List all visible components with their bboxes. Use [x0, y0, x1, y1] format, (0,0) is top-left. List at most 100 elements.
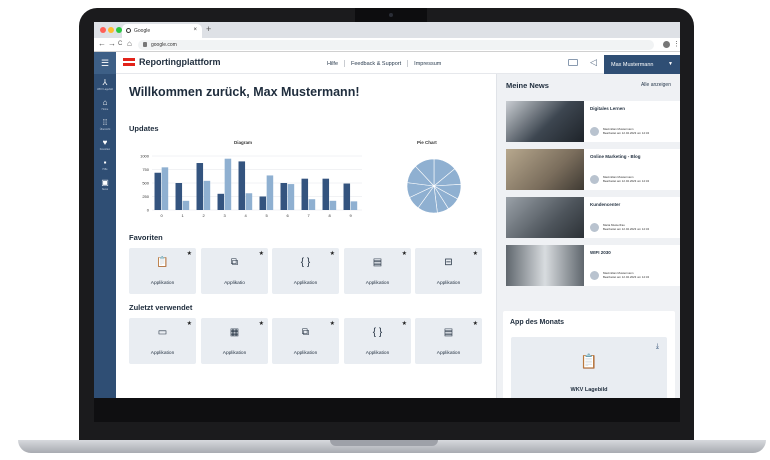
user-name: Max Mustermann [611, 62, 654, 68]
card-label: Applikation [436, 281, 461, 286]
news-image [506, 197, 584, 238]
bar-chart: 0 250 500 750 1000 0 1 2 3 4 5 6 7 8 9 [140, 154, 362, 218]
home-button[interactable]: ⌂ [127, 39, 132, 48]
recent-card[interactable]: ★ ▤ Applikation [415, 318, 482, 364]
bar[interactable] [259, 196, 267, 211]
reload-button[interactable]: C [118, 41, 122, 47]
star-icon[interactable]: ★ [259, 320, 264, 327]
card-label: Applikation [293, 351, 318, 356]
bar[interactable] [182, 200, 190, 210]
recent-card[interactable]: ★ ▭ Applikation [129, 318, 196, 364]
bar[interactable] [329, 200, 337, 210]
bar[interactable] [161, 167, 169, 210]
x-tick-label: 6 [287, 213, 290, 218]
news-item[interactable]: WIFI 2030 Maximilian Mustermann Bearbeite… [506, 245, 680, 286]
new-tab-button[interactable]: + [206, 24, 211, 34]
bar[interactable] [343, 183, 351, 210]
megaphone-icon[interactable]: ◁ [590, 57, 597, 68]
chat-icon[interactable] [568, 59, 578, 66]
x-tick-label: 3 [224, 213, 227, 218]
impressum-link[interactable]: Impressum [414, 61, 441, 67]
camera-icon [389, 13, 393, 17]
news-item[interactable]: Digitales Lernen Maximilian Mustermann Be… [506, 101, 680, 142]
bar[interactable] [203, 180, 211, 210]
bar[interactable] [350, 201, 358, 210]
recent-card[interactable]: ★ ▦ Applikation [201, 318, 268, 364]
app-of-month-tile[interactable]: ⤓ 📋 WKV Lagebild [511, 337, 667, 398]
sidebar-item-overview[interactable]: ⁞⁞ Übersicht [94, 118, 116, 135]
bar[interactable] [280, 183, 288, 210]
google-icon [126, 28, 131, 33]
logo-icon [123, 58, 135, 68]
bar[interactable] [154, 172, 162, 210]
sidebar-item-help[interactable]: ▪ Hilfe [94, 158, 116, 175]
brand-title[interactable]: Reportingplattform [139, 57, 221, 67]
recent-card[interactable]: ★ { } Applikation [344, 318, 411, 364]
sidebar-item-news[interactable]: ▣ News [94, 178, 116, 195]
recent-card[interactable]: ★ ⧉ Applikation [272, 318, 339, 364]
sidebar-item-lagebild[interactable]: ⅄ WKV Lagebild [94, 78, 116, 95]
favorite-card[interactable]: ★ ▤ Applikation [344, 248, 411, 294]
star-icon[interactable]: ★ [259, 250, 264, 257]
download-icon[interactable]: ⤓ [656, 343, 659, 351]
star-icon[interactable]: ★ [473, 250, 478, 257]
bar[interactable] [266, 175, 274, 210]
bar[interactable] [175, 183, 183, 210]
card-label: Applikation [293, 281, 318, 286]
bar[interactable] [238, 161, 246, 210]
recent-cards: ★ ▭ Applikation ★ ▦ Applikation ★ ⧉ Applikatio… [129, 318, 483, 364]
star-icon[interactable]: ★ [473, 320, 478, 327]
close-window-icon[interactable] [100, 27, 106, 33]
archive-icon: ⊟ [444, 257, 453, 268]
bar[interactable] [224, 158, 232, 210]
laptop-screen: Google × + ← → C ⌂ google.com ⋮ ☰ Report… [94, 22, 680, 398]
x-tick-label: 0 [161, 213, 164, 218]
news-panel: Meine News Alle anzeigen Digitales Lerne… [496, 74, 680, 398]
news-item[interactable]: Online Marketing - Blog Maximilian Muste… [506, 149, 680, 190]
star-icon[interactable]: ★ [402, 320, 407, 327]
browser-toolbar: ← → C ⌂ google.com ⋮ [94, 38, 680, 52]
x-tick-label: 8 [329, 213, 332, 218]
bar[interactable] [301, 178, 309, 210]
copy-icon: ⧉ [230, 257, 239, 268]
bar[interactable] [196, 163, 204, 210]
star-icon[interactable]: ★ [402, 250, 407, 257]
show-all-link[interactable]: Alle anzeigen [641, 82, 671, 88]
star-icon[interactable]: ★ [187, 250, 192, 257]
bar-chart-title: Diagram [234, 140, 253, 145]
forward-button[interactable]: → [108, 39, 116, 48]
sidebar-item-favorites[interactable]: ♥ Favoriten [94, 138, 116, 155]
browser-menu-icon[interactable]: ⋮ [673, 40, 680, 48]
favorite-card[interactable]: ★ 📋 Applikation [129, 248, 196, 294]
code-icon: { } [300, 257, 311, 268]
bar[interactable] [245, 193, 253, 210]
browser-tab[interactable]: Google × [122, 24, 202, 38]
user-menu[interactable]: Max Mustermann ▼ [604, 55, 680, 74]
star-icon[interactable]: ★ [330, 320, 335, 327]
close-tab-icon[interactable]: × [193, 27, 197, 33]
back-button[interactable]: ← [98, 39, 106, 48]
bar[interactable] [322, 178, 330, 210]
sidebar-item-home[interactable]: ⌂ Home [94, 98, 116, 115]
menu-toggle-icon[interactable]: ☰ [94, 52, 116, 74]
news-item-title: Online Marketing - Blog [590, 154, 641, 159]
x-tick-label: 9 [350, 213, 353, 218]
feedback-link[interactable]: Feedback & Support [351, 61, 401, 67]
help-link[interactable]: Hilfe [327, 61, 338, 67]
avatar [590, 175, 599, 184]
favorite-card[interactable]: ★ ⧉ Applikatio [201, 248, 268, 294]
bar[interactable] [308, 199, 316, 210]
bar[interactable] [287, 184, 295, 210]
star-icon[interactable]: ★ [330, 250, 335, 257]
minimize-window-icon[interactable] [108, 27, 114, 33]
address-bar[interactable]: google.com [138, 40, 654, 50]
bar[interactable] [217, 193, 225, 210]
extension-icon[interactable] [663, 41, 670, 48]
clipboard-check-icon: 📋 [580, 353, 598, 369]
favorite-card[interactable]: ★ ⊟ Applikation [415, 248, 482, 294]
page-title: Willkommen zurück, Max Mustermann! [129, 85, 360, 99]
favorite-card[interactable]: ★ { } Applikation [272, 248, 339, 294]
news-item[interactable]: Kundencenter Maria Musterfrau Bearbeitet … [506, 197, 680, 238]
star-icon[interactable]: ★ [187, 320, 192, 327]
url-text: google.com [151, 42, 177, 48]
